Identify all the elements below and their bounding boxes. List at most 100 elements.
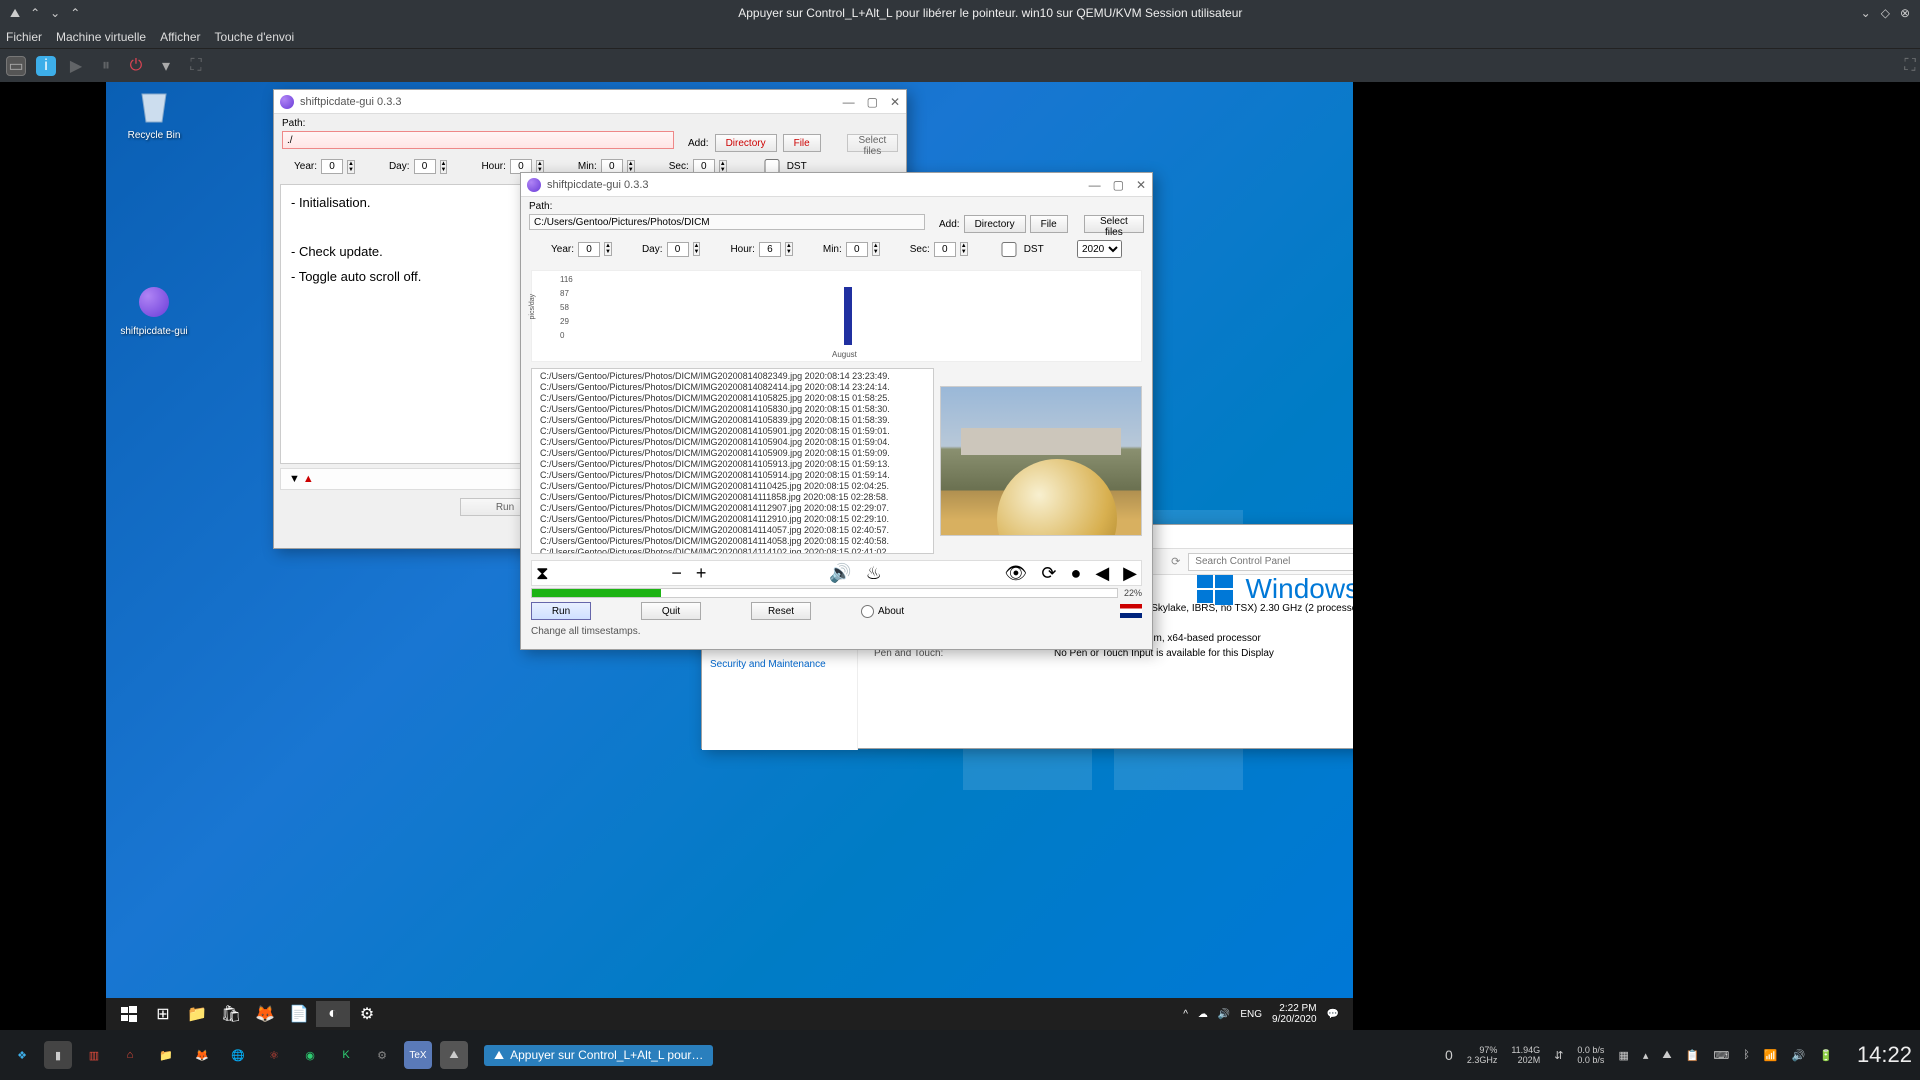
file-button[interactable]: File: [1030, 215, 1068, 233]
app-launcher-icon[interactable]: ❖: [8, 1041, 36, 1069]
reset-button[interactable]: Reset: [751, 602, 811, 620]
notif-count[interactable]: 0: [1445, 1047, 1453, 1063]
year-spinner[interactable]: ▲▼: [347, 160, 355, 174]
flag-icon[interactable]: [1120, 604, 1142, 618]
menu-sendkey[interactable]: Touche d'envoi: [215, 30, 295, 44]
vm-manager-icon[interactable]: ⛰: [440, 1041, 468, 1069]
clipboard-tray-icon[interactable]: 📋: [1686, 1049, 1700, 1062]
tex-icon[interactable]: TeX: [404, 1041, 432, 1069]
pause-icon[interactable]: ⏸: [96, 56, 116, 76]
close-icon[interactable]: ✕: [890, 95, 900, 109]
settings-task-icon[interactable]: ⚙: [350, 1001, 384, 1027]
net-meter[interactable]: 0.0 b/s0.0 b/s: [1577, 1045, 1604, 1065]
volume-icon[interactable]: 🔊: [829, 563, 851, 584]
run-button[interactable]: Run: [531, 602, 591, 620]
file-list-row[interactable]: C:/Users/Gentoo/Pictures/Photos/DICM/IMG…: [540, 404, 925, 415]
folder-icon[interactable]: 📁: [152, 1041, 180, 1069]
directory-button[interactable]: Directory: [715, 134, 777, 152]
taskbar-clock[interactable]: 2:22 PM 9/20/2020: [1272, 1003, 1317, 1025]
minimize-icon[interactable]: —: [1089, 178, 1101, 192]
info-icon[interactable]: i: [36, 56, 56, 76]
prev-icon[interactable]: ◀: [1095, 563, 1109, 584]
select-files-button[interactable]: Select files: [1084, 215, 1144, 233]
quit-button[interactable]: Quit: [641, 602, 701, 620]
globe-icon[interactable]: 🌐: [224, 1041, 252, 1069]
maximize-icon[interactable]: ▢: [1113, 178, 1124, 192]
caret-up-icon[interactable]: ⌃: [30, 6, 40, 21]
volume-host-icon[interactable]: 🔊: [1792, 1049, 1806, 1062]
monitor-icon[interactable]: ▭: [6, 56, 26, 76]
file-button[interactable]: File: [783, 134, 821, 152]
hour-spinner[interactable]: ▲▼: [785, 242, 793, 256]
atom-icon[interactable]: ⚛: [260, 1041, 288, 1069]
dolphin-icon[interactable]: ⌂: [116, 1041, 144, 1069]
cpu-meter[interactable]: 97%2.3GHz: [1467, 1045, 1498, 1065]
win2-titlebar[interactable]: shiftpicdate-gui 0.3.3 — ▢ ✕: [521, 173, 1152, 197]
windows-desktop[interactable]: Recycle Bin shiftpicdate-gui — ▢ ✕ ← → ↑: [106, 82, 1353, 1030]
file-list-row[interactable]: C:/Users/Gentoo/Pictures/Photos/DICM/IMG…: [540, 514, 925, 525]
file-list[interactable]: C:/Users/Gentoo/Pictures/Photos/DICM/IMG…: [531, 368, 934, 554]
hourglass-icon[interactable]: ▼▲: [289, 473, 314, 485]
nav-refresh-icon[interactable]: ⟳: [1171, 555, 1180, 568]
path-input[interactable]: [529, 214, 925, 230]
exit-fullscreen-icon[interactable]: ⛶: [1900, 56, 1920, 76]
file-explorer-icon[interactable]: 📁: [180, 1001, 214, 1027]
day-spinner[interactable]: ▲▼: [440, 160, 448, 174]
file-list-row[interactable]: C:/Users/Gentoo/Pictures/Photos/DICM/IMG…: [540, 382, 925, 393]
cpu-chip-icon[interactable]: ▦: [1618, 1049, 1628, 1062]
lang-indicator[interactable]: ENG: [1240, 1009, 1262, 1020]
chevron-down-icon[interactable]: ⌄: [50, 6, 60, 21]
close-icon[interactable]: ✕: [1136, 178, 1146, 192]
minus-icon[interactable]: −: [671, 563, 682, 584]
app-shortcut[interactable]: shiftpicdate-gui: [118, 282, 190, 337]
start-button[interactable]: [112, 1001, 146, 1027]
windows-taskbar[interactable]: ⊞ 📁 🛍 🦊 📄 ◐ ⚙ ^ ☁ 🔊 ENG 2:22 PM 9/20/202…: [106, 998, 1353, 1030]
min-spinner[interactable]: ▲▼: [872, 242, 880, 256]
flame-icon[interactable]: ♨: [866, 563, 882, 584]
menu-file[interactable]: Fichier: [6, 30, 42, 44]
kate-icon[interactable]: K: [332, 1041, 360, 1069]
qt-icon[interactable]: ◉: [296, 1041, 324, 1069]
fullscreen-icon[interactable]: ⛶: [186, 56, 206, 76]
store-icon[interactable]: 🛍: [214, 1001, 248, 1027]
recycle-bin[interactable]: Recycle Bin: [118, 86, 190, 141]
terminal-icon[interactable]: ▮: [44, 1041, 72, 1069]
dropdown-icon[interactable]: ▾: [156, 56, 176, 76]
maximize-icon[interactable]: ▢: [867, 95, 878, 109]
year-spinner[interactable]: ▲▼: [604, 242, 612, 256]
year-input[interactable]: [578, 242, 600, 257]
gear-icon[interactable]: ⚙: [368, 1041, 396, 1069]
bluetooth-icon[interactable]: ᛒ: [1743, 1049, 1750, 1061]
file-list-row[interactable]: C:/Users/Gentoo/Pictures/Photos/DICM/IMG…: [540, 492, 925, 503]
mem-meter[interactable]: 11.94G202M: [1511, 1045, 1540, 1065]
day-input[interactable]: [414, 159, 436, 174]
year-input[interactable]: [321, 159, 343, 174]
volume-tray-icon[interactable]: 🔊: [1218, 1009, 1230, 1020]
directory-button[interactable]: Directory: [964, 215, 1026, 233]
min-input[interactable]: [846, 242, 868, 257]
wifi-icon[interactable]: 📶: [1764, 1049, 1778, 1062]
next-icon[interactable]: ▶: [1123, 563, 1137, 584]
firefox-host-icon[interactable]: 🦊: [188, 1041, 216, 1069]
menu-view[interactable]: Afficher: [160, 30, 200, 44]
menu-vm[interactable]: Machine virtuelle: [56, 30, 146, 44]
notepad-icon[interactable]: 📄: [282, 1001, 316, 1027]
file-list-row[interactable]: C:/Users/Gentoo/Pictures/Photos/DICM/IMG…: [540, 459, 925, 470]
tray-expand-icon[interactable]: ▴: [1643, 1049, 1649, 1062]
close-icon[interactable]: ⊗: [1900, 6, 1910, 20]
win1-titlebar[interactable]: shiftpicdate-gui 0.3.3 — ▢ ✕: [274, 90, 906, 114]
tray-expand-icon[interactable]: ^: [1183, 1009, 1188, 1020]
host-clock[interactable]: 14:22: [1857, 1042, 1912, 1068]
sec-input[interactable]: [934, 242, 956, 257]
file-list-row[interactable]: C:/Users/Gentoo/Pictures/Photos/DICM/IMG…: [540, 426, 925, 437]
file-list-row[interactable]: C:/Users/Gentoo/Pictures/Photos/DICM/IMG…: [540, 547, 925, 554]
power-icon[interactable]: ⏻: [126, 56, 146, 76]
plus-icon[interactable]: +: [696, 563, 707, 584]
notifications-icon[interactable]: 💬: [1327, 1009, 1339, 1020]
file-list-row[interactable]: C:/Users/Gentoo/Pictures/Photos/DICM/IMG…: [540, 415, 925, 426]
select-files-button[interactable]: Select files: [847, 134, 898, 152]
path-input[interactable]: [282, 131, 674, 149]
min-icon[interactable]: ⌄: [1861, 6, 1871, 20]
year-select[interactable]: 2020: [1077, 240, 1122, 258]
hourglass-icon[interactable]: ⧗: [536, 563, 549, 584]
